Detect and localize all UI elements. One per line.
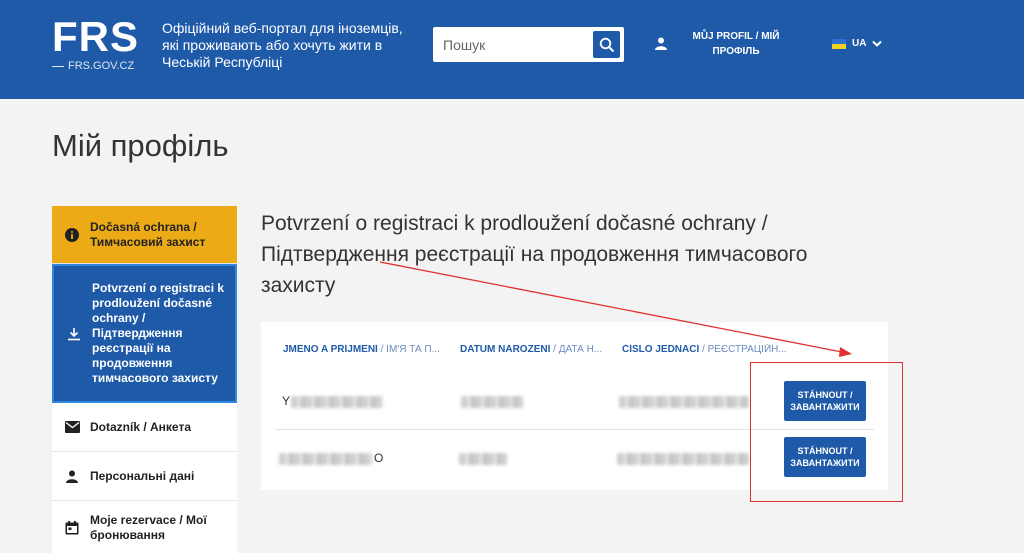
my-profile-link[interactable]: MŮJ PROFIL / МІЙ ПРОФІЛЬ (686, 29, 786, 59)
sidebar-item-reservations[interactable]: Moje rezervace / Мої бронювання (52, 501, 237, 553)
column-header-birthdate[interactable]: DATUM NAROZENÍ / ДАТА Н... (460, 344, 602, 355)
portal-description: Офіційний веб-портал для іноземців, які … (162, 20, 403, 70)
sidebar-item-label: Moje rezervace / Мої бронювання (90, 513, 207, 542)
sidebar-item-label: Potvrzení o registraci k prodloužení doč… (92, 281, 225, 385)
row-2-reference-redacted (617, 453, 749, 465)
logo-domain: FRS.GOV.CZ (52, 60, 139, 72)
language-selector[interactable]: UA (832, 38, 883, 49)
sidebar-item-label: Dočasná ochrana / Тимчасовий захист (90, 219, 206, 249)
annotation-highlight-box (750, 362, 903, 502)
section-heading: Potvrzení o registraci k prodloužení doč… (261, 212, 808, 297)
row-1-birthdate-redacted (461, 396, 523, 408)
search-button[interactable] (593, 31, 620, 58)
column-header-name-bold: JMÉNO A PŘÍJMENÍ (283, 344, 378, 355)
column-header-reference[interactable]: ČÍSLO JEDNACÍ / РЕЄСТРАЦІЙН... (622, 344, 788, 355)
row-2-birthdate-redacted (459, 453, 507, 465)
column-header-birthdate-sub: / ДАТА Н... (550, 344, 602, 355)
sidebar-item-label: Персональні дані (90, 469, 195, 483)
sidebar-item-temporary-protection[interactable]: Dočasná ochrana / Тимчасовий захист (52, 206, 237, 264)
page-title: Мій профіль (52, 128, 229, 163)
column-header-name-sub: / ІМ'Я ТА П... (377, 344, 440, 355)
calendar-icon (64, 520, 80, 536)
row-2-name-redacted (279, 453, 373, 465)
download-icon (66, 326, 82, 342)
site-header: FRS FRS.GOV.CZ Офіційний веб-портал для … (0, 0, 1024, 99)
frs-logo[interactable]: FRS FRS.GOV.CZ (52, 16, 139, 72)
column-header-birthdate-bold: DATUM NAROZENÍ (460, 344, 551, 355)
ukraine-flag-icon (832, 38, 846, 49)
user-icon (64, 468, 80, 484)
profile-sidebar: Dočasná ochrana / Тимчасовий захист Potv… (52, 206, 237, 553)
sidebar-item-questionnaire[interactable]: Dotazník / Анкета (52, 403, 237, 452)
sidebar-item-personal-data[interactable]: Персональні дані (52, 452, 237, 501)
column-header-name[interactable]: JMÉNO A PŘÍJMENÍ / ІМ'Я ТА П... (283, 344, 461, 355)
logo-text: FRS (52, 13, 139, 60)
chevron-down-icon (872, 40, 883, 47)
sidebar-item-label: Dotazník / Анкета (90, 420, 191, 434)
info-icon (64, 227, 80, 243)
row-2-name-visible: O (374, 451, 384, 465)
row-1-name-redacted (291, 396, 383, 408)
envelope-icon (64, 419, 80, 435)
column-header-reference-sub: / РЕЄСТРАЦІЙН... (699, 344, 787, 355)
user-icon[interactable] (655, 37, 667, 55)
search-box (433, 27, 624, 62)
logo-domain-text: FRS.GOV.CZ (68, 60, 135, 72)
column-header-reference-bold: ČÍSLO JEDNACÍ (622, 344, 700, 355)
row-1-name-visible: Y (282, 394, 291, 408)
sidebar-item-registration-confirmation[interactable]: Potvrzení o registraci k prodloužení doč… (52, 264, 237, 403)
search-icon (599, 37, 614, 52)
row-1-reference-redacted (619, 396, 749, 408)
language-code: UA (852, 38, 867, 49)
search-input[interactable] (443, 27, 583, 62)
